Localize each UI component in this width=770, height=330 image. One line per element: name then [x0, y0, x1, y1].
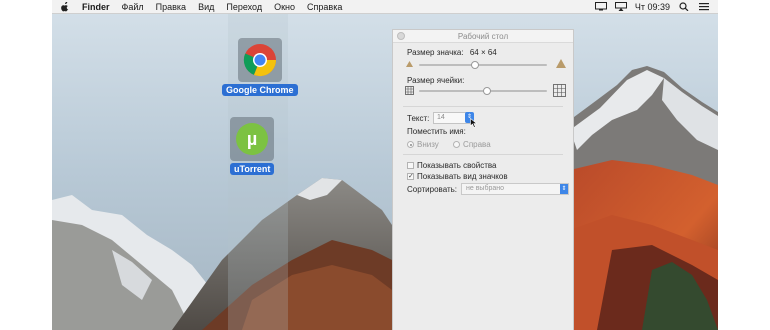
desktop-view-options-panel: Рабочий стол Размер значка: 64 × 64 Разм…: [392, 29, 574, 330]
menu-view[interactable]: Вид: [198, 2, 214, 12]
large-icon-size-icon: [556, 59, 566, 68]
icon-size-value: 64 × 64: [469, 48, 497, 57]
icon-size-label: Размер значка:: [407, 48, 464, 57]
show-preview-row[interactable]: ✓ Показывать вид значков: [407, 172, 508, 181]
radio-bottom-label: Внизу: [417, 140, 439, 149]
radio-bottom-indicator[interactable]: [407, 141, 414, 149]
icon-size-row: Размер значка: 64 × 64: [407, 48, 497, 57]
utorrent-icon: µ: [236, 123, 269, 155]
desktop-icon-utorrent[interactable]: µ uTorrent: [230, 117, 275, 175]
icon-size-slider-knob[interactable]: [471, 61, 479, 69]
icon-size-slider-track[interactable]: [419, 64, 547, 66]
close-button[interactable]: [397, 32, 405, 40]
radio-bottom[interactable]: Внизу: [407, 140, 439, 149]
menu-clock[interactable]: Чт 09:39: [635, 2, 670, 12]
menu-bar-extras: Чт 09:39: [594, 0, 710, 13]
grid-spacing-slider-knob[interactable]: [483, 87, 491, 95]
show-info-row[interactable]: Показывать свойства: [407, 161, 497, 170]
show-preview-checkbox[interactable]: ✓: [407, 173, 414, 181]
search-icon[interactable]: [678, 2, 690, 11]
text-size-label: Текст:: [407, 114, 430, 123]
icon-selection-box: [237, 38, 282, 82]
small-grid-icon: [405, 86, 414, 95]
small-icon-size-icon: [406, 61, 413, 67]
menu-file[interactable]: Файл: [122, 2, 144, 12]
sort-by-label: Сортировать:: [407, 185, 458, 194]
menu-help[interactable]: Справка: [307, 2, 342, 12]
icon-selection-box: µ: [230, 117, 275, 161]
desktop-icon-label: Google Chrome: [222, 84, 298, 96]
chevron-updown-icon: ⇕: [560, 184, 568, 194]
desktop-icon-label: uTorrent: [230, 163, 275, 175]
sort-by-select[interactable]: не выбрано ⇕: [461, 183, 569, 195]
desktop-screen: Finder Файл Правка Вид Переход Окно Спра…: [52, 0, 718, 330]
menu-bar: Finder Файл Правка Вид Переход Окно Спра…: [52, 0, 718, 14]
divider: [403, 154, 563, 155]
radio-right[interactable]: Справа: [453, 140, 491, 149]
large-grid-icon: [553, 84, 566, 97]
grid-spacing-label: Размер ячейки:: [407, 76, 465, 85]
show-info-label: Показывать свойства: [417, 161, 497, 170]
label-position-label: Поместить имя:: [407, 127, 466, 136]
wallpaper: [52, 13, 718, 330]
menu-list-icon[interactable]: [698, 2, 710, 11]
panel-title-bar: Рабочий стол: [393, 30, 573, 43]
radio-right-indicator[interactable]: [453, 141, 461, 149]
panel-title: Рабочий стол: [457, 31, 509, 41]
divider: [403, 106, 563, 107]
position-options: Внизу Справа: [407, 140, 491, 149]
apple-icon[interactable]: [60, 1, 70, 12]
airplay-icon[interactable]: [614, 2, 627, 11]
menu-edit[interactable]: Правка: [156, 2, 186, 12]
menu-window[interactable]: Окно: [274, 2, 295, 12]
show-info-checkbox[interactable]: [407, 162, 414, 170]
menu-app-finder[interactable]: Finder: [82, 2, 110, 12]
chrome-icon: [243, 44, 276, 77]
svg-text:µ: µ: [247, 129, 257, 149]
sort-by-value: не выбрано: [466, 185, 505, 192]
menu-go[interactable]: Переход: [226, 2, 262, 12]
display-icon[interactable]: [594, 2, 607, 11]
mouse-cursor-icon: [470, 118, 478, 128]
desktop-icon-chrome[interactable]: Google Chrome: [222, 38, 298, 96]
show-preview-label: Показывать вид значков: [417, 172, 508, 181]
radio-right-label: Справа: [463, 140, 491, 149]
